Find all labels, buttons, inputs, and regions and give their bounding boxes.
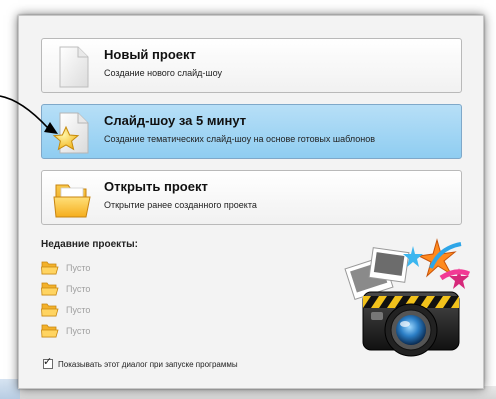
recent-projects-heading: Недавние проекты:: [41, 239, 138, 250]
welcome-dialog: Новый проект Создание нового слайд-шоу С…: [18, 15, 484, 389]
card-subtitle: Открытие ранее созданного проекта: [104, 200, 257, 210]
folder-icon: [53, 184, 91, 218]
card-title: Новый проект: [104, 47, 196, 62]
folder-icon: [41, 261, 59, 275]
taskbar-corner: [0, 379, 20, 399]
checkbox-label: Показывать этот диалог при запуске прогр…: [58, 360, 238, 369]
card-title: Открыть проект: [104, 179, 208, 194]
card-title: Слайд-шоу за 5 минут: [104, 113, 247, 128]
folder-icon: [41, 303, 59, 317]
recent-project-label: Пусто: [66, 284, 91, 294]
open-project-button[interactable]: Открыть проект Открытие ранее созданного…: [41, 170, 462, 225]
pointer-arrow-icon: [0, 95, 58, 134]
recent-project-label: Пусто: [66, 263, 91, 273]
check-mark-icon: ✓: [43, 356, 53, 368]
recent-project-label: Пусто: [66, 305, 91, 315]
new-project-button[interactable]: Новый проект Создание нового слайд-шоу: [41, 38, 462, 93]
card-subtitle: Создание тематических слайд-шоу на основ…: [104, 134, 375, 144]
camera-illustration: [344, 238, 471, 357]
folder-icon: [41, 324, 59, 338]
recent-project-label: Пусто: [66, 326, 91, 336]
quick-slideshow-button[interactable]: Слайд-шоу за 5 минут Создание тематическ…: [41, 104, 462, 159]
card-subtitle: Создание нового слайд-шоу: [104, 68, 223, 78]
folder-icon: [41, 282, 59, 296]
